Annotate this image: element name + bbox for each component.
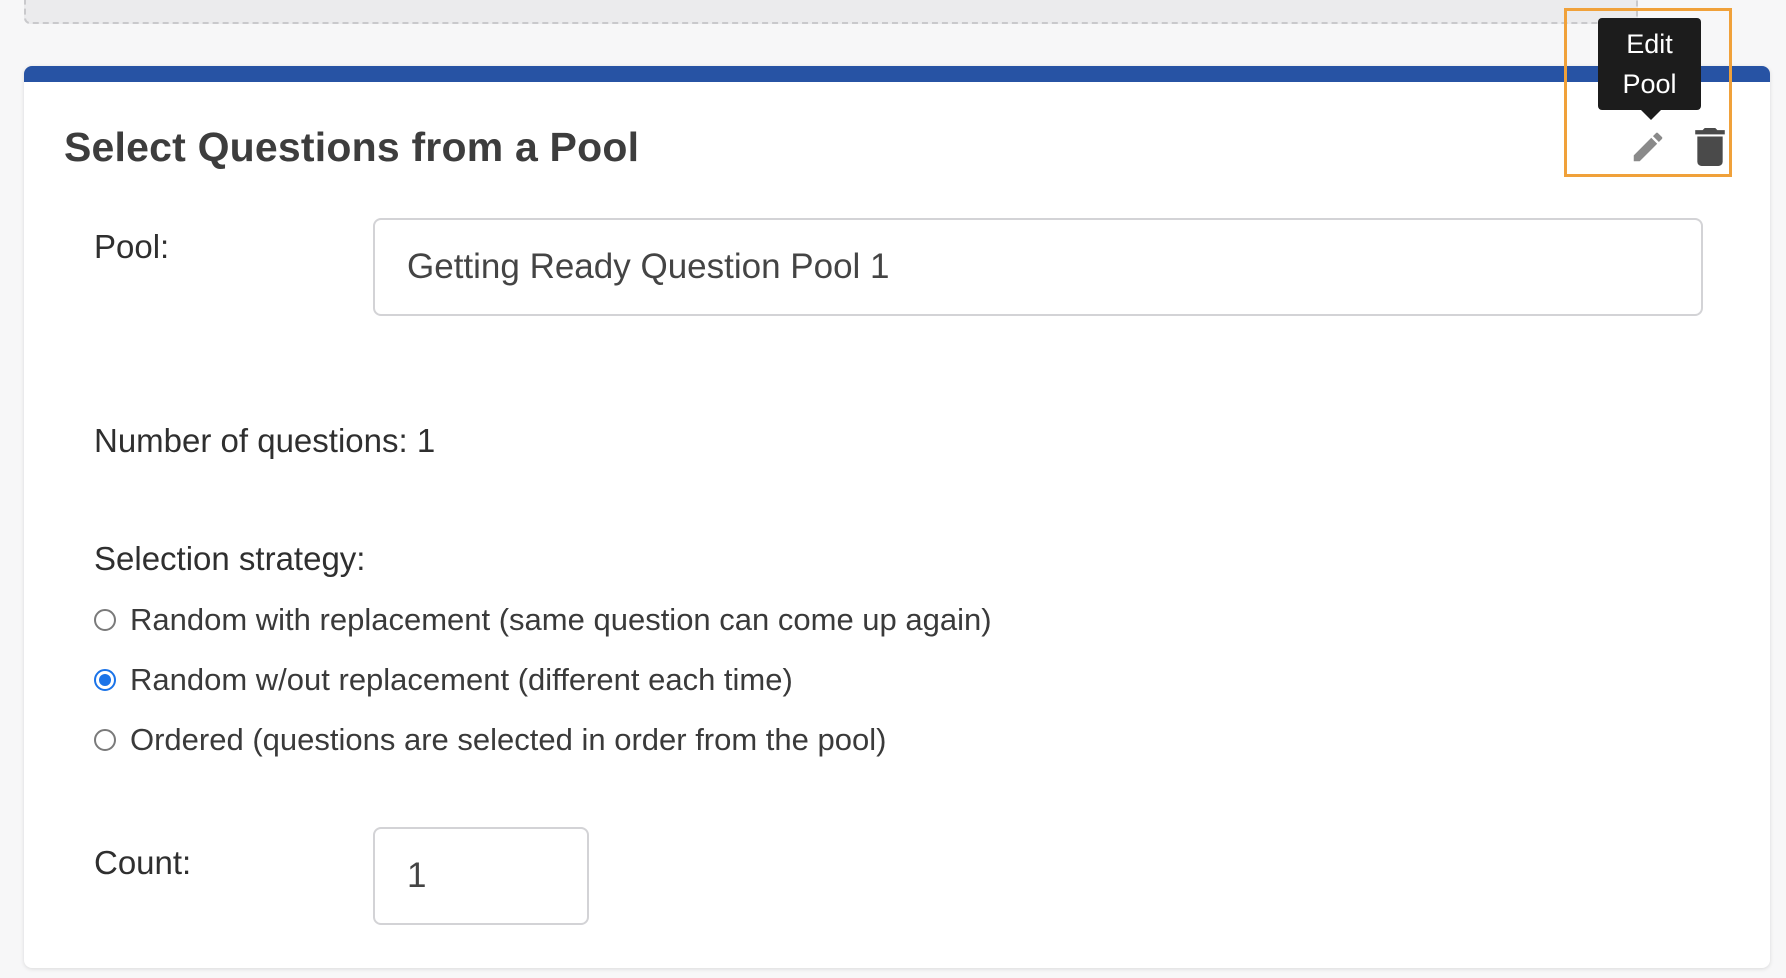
strategy-random-with-replacement[interactable]: Random with replacement (same question c… (94, 602, 992, 638)
pool-label: Pool: (94, 228, 170, 265)
edit-pool-button[interactable] (1628, 126, 1668, 168)
count-label: Count: (94, 844, 192, 881)
strategy-ordered[interactable]: Ordered (questions are selected in order… (94, 722, 886, 758)
pool-question-card: Select Questions from a Pool Pool: Numbe… (24, 66, 1770, 968)
strategy-random-without-replacement[interactable]: Random w/out replacement (different each… (94, 662, 793, 698)
radio-button[interactable] (94, 609, 116, 631)
pencil-icon (1633, 132, 1663, 162)
tooltip-line-2: Pool (1622, 69, 1677, 99)
number-of-questions: Number of questions: 1 (94, 422, 436, 459)
previous-card (24, 0, 1638, 24)
pool-input[interactable] (373, 218, 1703, 316)
selection-strategy-label: Selection strategy: (94, 540, 366, 577)
strategy-label: Random w/out replacement (different each… (130, 662, 793, 697)
radio-button[interactable] (94, 729, 116, 751)
delete-pool-button[interactable] (1690, 126, 1730, 168)
tooltip-line-1: Edit (1626, 29, 1673, 59)
count-input[interactable] (373, 827, 589, 925)
radio-button-selected[interactable] (94, 669, 116, 691)
trash-icon (1695, 128, 1725, 166)
strategy-label: Random with replacement (same question c… (130, 602, 992, 637)
card-actions (1628, 126, 1730, 168)
strategy-label: Ordered (questions are selected in order… (130, 722, 887, 757)
card-title: Select Questions from a Pool (64, 124, 640, 170)
edit-pool-tooltip: Edit Pool (1598, 18, 1701, 120)
